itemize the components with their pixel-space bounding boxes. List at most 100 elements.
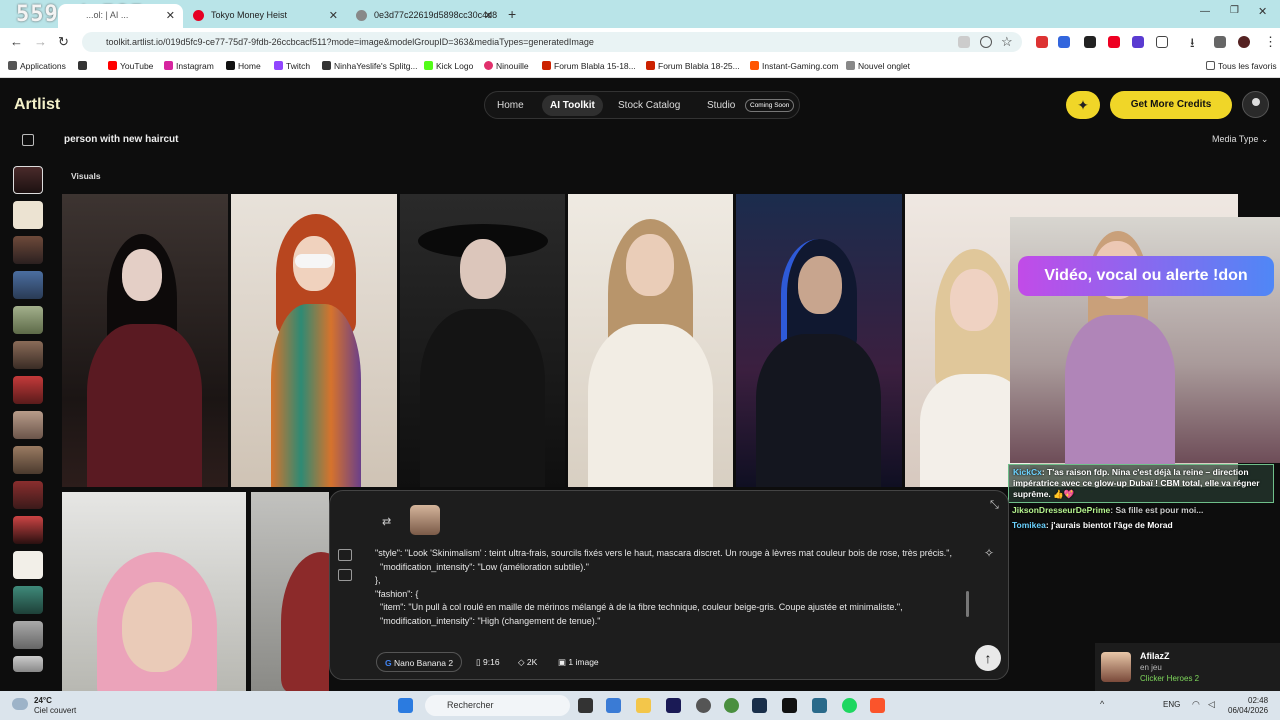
spotify-icon[interactable] [842,698,857,713]
video-tool-icon[interactable] [338,569,352,581]
close-icon[interactable]: ✕ [484,9,493,22]
download-icon[interactable]: ⭳ [1190,34,1195,56]
sparkle-button[interactable]: ✦ [1066,91,1100,119]
bookmark-forum-18-25[interactable]: Forum Blabla 18-25... [646,61,740,71]
premiere-icon[interactable] [666,698,681,713]
generated-image[interactable] [231,194,397,487]
extension-icon[interactable] [1132,36,1144,48]
brave-icon[interactable] [870,698,885,713]
bookmark-instant-gaming[interactable]: Instant-Gaming.com [750,61,839,71]
apps-grid-icon[interactable] [78,61,90,71]
extension-icon[interactable] [1036,36,1048,48]
copilot-icon[interactable] [606,698,621,713]
media-icon[interactable] [1214,36,1226,48]
count-selector[interactable]: ▣ 1 image [550,652,607,672]
send-button[interactable]: ↑ [975,645,1001,671]
bookmark-twitch[interactable]: Twitch [274,61,310,71]
back-icon[interactable]: ← [10,34,23,49]
bookmark-forum-15-18[interactable]: Forum Blabla 15-18... [542,61,636,71]
tab-hash[interactable]: 0e3d77c22619d5898cc30c4d8 ✕ [346,4,501,28]
prompt-textarea[interactable]: "style": "Look 'Skinimalism' : teint ult… [370,547,970,628]
minimize-icon[interactable]: — [1200,6,1210,17]
language-indicator[interactable]: ENG [1163,700,1180,709]
tab-artlist[interactable]: ...ol: | AI ... ✕ [58,4,183,28]
extension-icon[interactable] [1084,36,1096,48]
taskbar-clock[interactable]: 02:48 06/04/2026 [1228,696,1268,716]
reference-image[interactable] [410,505,440,535]
image-tool-icon[interactable] [338,549,352,561]
chevron-up-icon[interactable]: ^ [1100,699,1104,709]
weather-widget[interactable]: 24°C Ciel couvert [34,696,76,716]
taskbar-search[interactable]: Rechercher [425,695,570,716]
ratio-selector[interactable]: ▯ 9:16 [468,652,508,672]
puzzle-icon[interactable] [1156,36,1168,48]
bookmark-splitgate[interactable]: NinhaYeslife's Splitg... [322,61,418,71]
explorer-icon[interactable] [636,698,651,713]
history-thumb[interactable] [13,271,43,299]
artlist-logo[interactable]: Artlist [14,96,60,114]
new-tab-icon[interactable]: + [508,6,516,22]
history-thumb[interactable] [13,201,43,229]
app-icon[interactable] [812,698,827,713]
history-thumb[interactable] [13,411,43,439]
generated-image[interactable] [251,492,329,691]
new-chat-icon[interactable] [22,134,34,146]
prompt-scrollbar[interactable] [966,591,969,617]
bookmark-new-tab[interactable]: Nouvel onglet [846,61,910,71]
task-view-icon[interactable] [578,698,593,713]
enhance-icon[interactable]: ✧ [984,546,994,560]
generated-image[interactable] [62,492,246,691]
history-thumb[interactable] [13,341,43,369]
model-selector[interactable]: G Nano Banana 2 [376,652,463,672]
music-tool-icon[interactable] [338,609,352,621]
history-thumb[interactable] [13,376,43,404]
translate-icon[interactable] [958,36,970,48]
nav-ai-toolkit[interactable]: AI Toolkit [542,95,603,116]
generated-image[interactable] [568,194,733,487]
history-thumb[interactable] [13,446,43,474]
bookmark-home[interactable]: Home [226,61,261,71]
nav-studio[interactable]: Studio [707,100,735,111]
extension-icon[interactable] [1058,36,1070,48]
bookmark-instagram[interactable]: Instagram [164,61,214,71]
close-window-icon[interactable]: ✕ [1258,5,1267,18]
tiktok-icon[interactable] [782,698,797,713]
generated-image[interactable] [62,194,228,487]
settings-icon[interactable] [696,698,711,713]
history-thumb[interactable] [13,516,43,544]
generated-image[interactable] [400,194,565,487]
resolution-selector[interactable]: ◇ 2K [510,652,545,672]
profile-avatar[interactable] [1238,36,1250,48]
history-thumb[interactable] [13,236,43,264]
nav-home[interactable]: Home [497,100,524,111]
history-thumb[interactable] [13,166,43,194]
maximize-icon[interactable]: ❐ [1230,5,1239,16]
get-more-credits-button[interactable]: Get More Credits [1110,91,1232,119]
history-thumb[interactable] [13,621,43,649]
bookmark-apps[interactable]: Applications [8,61,66,71]
swap-icon[interactable]: ⇄ [382,515,391,528]
url-input[interactable]: toolkit.artlist.io/019d5fc9-ce77-75d7-9f… [82,32,1022,52]
close-icon[interactable]: ✕ [329,9,338,22]
history-thumb[interactable] [13,656,43,672]
history-thumb[interactable] [13,306,43,334]
bookmark-ninouille[interactable]: Ninouille [484,61,529,71]
collapse-icon[interactable]: ⤡ [990,499,999,512]
history-thumb[interactable] [13,551,43,579]
bookmark-star-icon[interactable]: ☆ [1001,34,1013,50]
steam-icon[interactable] [752,698,767,713]
tab-pinterest[interactable]: Tokyo Money Heist ✕ [183,4,346,28]
zoom-icon[interactable] [980,36,992,48]
chrome-icon[interactable] [724,698,739,713]
extension-icon[interactable] [1108,36,1120,48]
bookmark-youtube[interactable]: YouTube [108,61,153,71]
all-favorites-folder[interactable]: Tous les favoris [1206,61,1277,71]
history-thumb[interactable] [13,586,43,614]
user-icon[interactable] [1242,91,1269,118]
bookmark-kick[interactable]: Kick Logo [424,61,473,71]
close-icon[interactable]: ✕ [166,9,175,22]
wifi-icon[interactable]: ◠ [1192,699,1200,710]
audio-tool-icon[interactable] [338,589,352,601]
history-thumb[interactable] [13,481,43,509]
media-type-dropdown[interactable]: Media Type ⌄ [1212,134,1268,145]
